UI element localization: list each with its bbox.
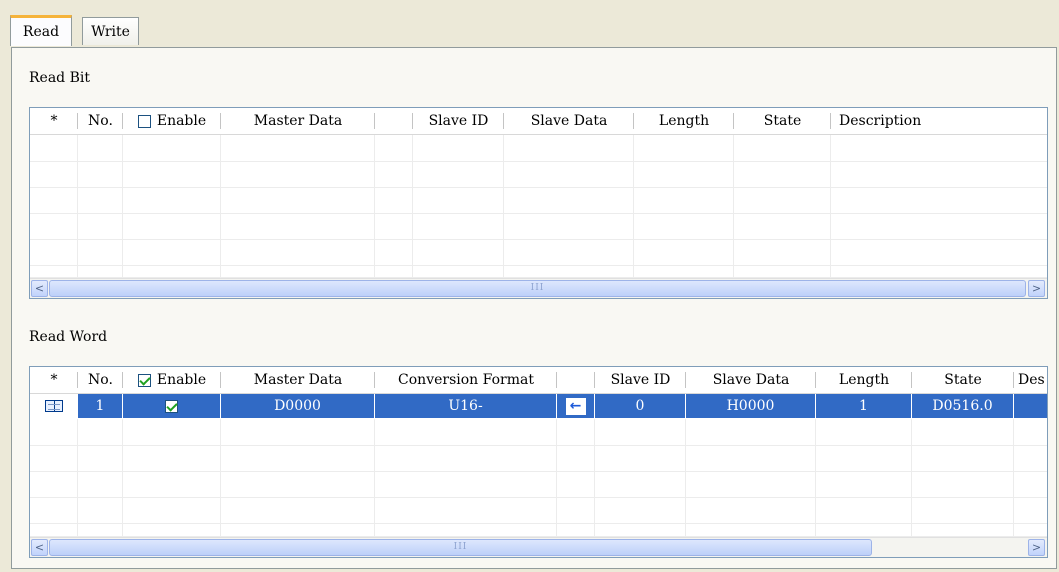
cell-no: 1: [78, 394, 123, 418]
read-bit-header-row: * No. Enable Master Data Slave ID Slave …: [30, 108, 1047, 135]
col-star[interactable]: *: [30, 367, 78, 393]
read-word-title: Read Word: [29, 329, 108, 345]
cell-description[interactable]: [1014, 394, 1047, 418]
cell-slave-id[interactable]: 0: [595, 394, 686, 418]
row-indicator: [30, 394, 78, 418]
col-enable-label: Enable: [156, 372, 207, 388]
cell-slave-data[interactable]: H0000: [686, 394, 816, 418]
col-enable[interactable]: Enable: [123, 367, 221, 393]
table-row[interactable]: [30, 523, 1047, 537]
table-row[interactable]: [30, 187, 1047, 214]
read-word-grid: * No. Enable Master Data Conversion Form…: [29, 366, 1048, 558]
read-bit-grid: * No. Enable Master Data Slave ID Slave …: [29, 107, 1048, 299]
book-icon: [44, 400, 63, 412]
scroll-thumb[interactable]: III: [49, 280, 1026, 297]
row-enable-checkbox[interactable]: [165, 399, 178, 413]
col-master-data[interactable]: Master Data: [221, 108, 375, 134]
table-row[interactable]: [30, 471, 1047, 498]
col-slave-data[interactable]: Slave Data: [504, 108, 634, 134]
read-word-horizontal-scrollbar[interactable]: < III >: [30, 537, 1047, 557]
col-enable[interactable]: Enable: [123, 108, 221, 134]
cell-master-data[interactable]: D0000: [221, 394, 375, 418]
col-enable-label: Enable: [156, 113, 207, 129]
col-description[interactable]: Des: [1014, 367, 1047, 393]
col-state[interactable]: State: [734, 108, 831, 134]
scroll-thumb[interactable]: III: [49, 539, 872, 556]
table-row[interactable]: [30, 135, 1047, 162]
col-no[interactable]: No.: [78, 367, 123, 393]
col-description[interactable]: Description: [831, 108, 1047, 134]
cell-state: D0516.0: [912, 394, 1014, 418]
read-word-header-row: * No. Enable Master Data Conversion Form…: [30, 367, 1047, 394]
read-bit-title: Read Bit: [29, 70, 90, 86]
enable-all-checkbox[interactable]: [137, 114, 151, 128]
table-row[interactable]: [30, 419, 1047, 446]
table-row[interactable]: [30, 265, 1047, 278]
col-direction: [557, 367, 595, 393]
col-slave-id[interactable]: Slave ID: [413, 108, 504, 134]
col-star[interactable]: *: [30, 108, 78, 134]
cell-enable[interactable]: [123, 394, 221, 418]
arrow-left-icon: ←: [565, 397, 586, 415]
col-no[interactable]: No.: [78, 108, 123, 134]
tab-write[interactable]: Write: [82, 17, 139, 45]
scroll-left-button[interactable]: <: [31, 280, 48, 297]
scroll-left-button[interactable]: <: [31, 539, 48, 556]
enable-all-checkbox[interactable]: [137, 373, 151, 387]
col-slave-data[interactable]: Slave Data: [686, 367, 816, 393]
table-row[interactable]: [30, 239, 1047, 266]
table-row[interactable]: [30, 445, 1047, 472]
scroll-right-button[interactable]: >: [1028, 280, 1045, 297]
col-length[interactable]: Length: [634, 108, 734, 134]
table-row[interactable]: [30, 161, 1047, 188]
scroll-right-button[interactable]: >: [1028, 539, 1045, 556]
col-master-data[interactable]: Master Data: [221, 367, 375, 393]
table-row[interactable]: [30, 213, 1047, 240]
col-conversion-format[interactable]: Conversion Format: [375, 367, 557, 393]
table-row[interactable]: 1 D0000 U16- ← 0 H0000 1 D0516.0: [30, 394, 1047, 418]
tab-read[interactable]: Read: [10, 15, 72, 46]
read-bit-horizontal-scrollbar[interactable]: < III >: [30, 278, 1047, 298]
cell-length[interactable]: 1: [816, 394, 912, 418]
cell-direction[interactable]: ←: [557, 394, 595, 418]
col-state[interactable]: State: [912, 367, 1014, 393]
table-row[interactable]: [30, 497, 1047, 524]
col-slave-id[interactable]: Slave ID: [595, 367, 686, 393]
col-length[interactable]: Length: [816, 367, 912, 393]
cell-conversion-format[interactable]: U16-: [375, 394, 557, 418]
col-blank: [375, 108, 413, 134]
